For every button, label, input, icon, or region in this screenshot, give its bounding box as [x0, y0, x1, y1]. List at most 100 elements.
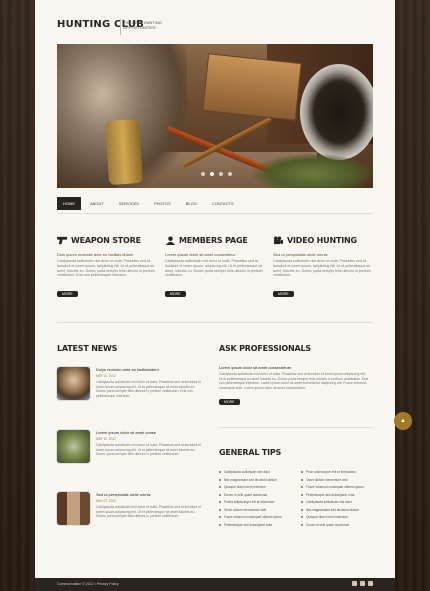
nav-item-home[interactable]: HOME: [57, 197, 81, 210]
tip-label: Proin ullamcorper erit et finibusibus: [306, 470, 356, 474]
more-button[interactable]: MORE: [57, 291, 78, 298]
tip-item[interactable]: Pellentesque sed dolorujaeet urna: [301, 493, 373, 497]
tip-item[interactable]: Prains adipiscinger elit at bibendum: [219, 500, 291, 504]
logo-divider: [120, 19, 121, 35]
tip-item[interactable]: Fusce euismod consequat ullamm ipsum: [219, 515, 291, 519]
bullet-icon: [219, 486, 221, 488]
feature-subtitle: Sed ut perspiciatis unde omnis: [273, 252, 328, 257]
bullet-icon: [301, 478, 303, 481]
feature-weapon-store: WEAPON STORE Duis ipsum molestie ante eu…: [57, 235, 157, 300]
scroll-to-top-button[interactable]: ▲: [394, 412, 412, 430]
nav-item-photos[interactable]: PHOTOS: [148, 197, 177, 210]
tip-item[interactable]: Nisl magnamtam sed tincidunt dictum: [219, 478, 291, 482]
feature-subtitle: Lorem ipsum dolor sit amet consectetur: [165, 252, 236, 257]
social-links: [352, 581, 373, 586]
pistol-icon: [57, 236, 67, 245]
twitter-icon[interactable]: [352, 581, 357, 586]
feature-body: Cabilytaoda sollicitudin nisl dolor ut n…: [57, 259, 155, 278]
tip-item[interactable]: Donec in velit quam auctormat: [301, 523, 373, 527]
bullet-icon: [301, 493, 303, 496]
tip-label: Pellentesque sed dolorujaeet urna: [306, 492, 355, 497]
tip-label: Fusce euismod consequat ullamm ipsum: [224, 515, 282, 519]
nav-divider: [57, 213, 373, 214]
news-date: MAY 14, 2012: [96, 374, 116, 378]
tip-item[interactable]: Proin ullamcorper erit et finibusibus: [301, 470, 373, 474]
tip-item[interactable]: Nisl magnamtam sed tincidunt dictum: [301, 508, 373, 512]
tip-item[interactable]: Sener dictum elementum velit: [219, 508, 291, 512]
news-title[interactable]: Sed ut perspiciatis unde omnis: [96, 492, 206, 497]
more-button[interactable]: MORE: [273, 291, 294, 298]
hero-slider[interactable]: [57, 44, 373, 188]
news-title[interactable]: Duiys rtoniutm ante eu facilisisidem: [96, 367, 206, 372]
tips-column-1: Cabilytaoda sollicitudin nisl dolor Nisl …: [219, 470, 291, 530]
tip-label: Quisque diam lorem interdum: [224, 485, 266, 489]
news-title[interactable]: Lorem ipsum dolor sit amet conse: [96, 430, 206, 435]
slide-tin: [300, 64, 373, 160]
ask-professionals: Lorem ipsum dolor sit amet consectetuer …: [219, 365, 369, 408]
site-tagline: THE BEST HUNTING OPPORTUNITIES: [123, 20, 162, 30]
page-container: HUNTING CLUB THE BEST HUNTING OPPORTUNIT…: [35, 0, 395, 578]
bullet-icon: [219, 523, 221, 526]
bullet-icon: [219, 478, 221, 481]
tip-item[interactable]: Cabilytaoda sollicitudin nisl dolor: [301, 500, 373, 504]
tip-label: Donec in velit quam auctormat: [306, 522, 350, 527]
tip-item[interactable]: Donec in velit quam auctormat: [219, 493, 291, 497]
news-body: Cabilytaoda sollicitudin nisl dolor ut n…: [96, 505, 201, 519]
news-item[interactable]: Duiys rtoniutm ante eu facilisisidem MAY…: [57, 367, 207, 400]
feature-video-hunting: VIDEO HUNTING Sed ut perspiciatis unde o…: [273, 235, 373, 300]
nav-item-about[interactable]: ABOUT: [84, 197, 110, 210]
tip-label: Prains adipiscinger elit at bibendum: [224, 500, 275, 504]
general-tips-title: GENERAL TIPS: [219, 448, 282, 457]
news-body: Cabilytaoda sollicitudin nisl dolor ut n…: [96, 443, 201, 457]
tip-item[interactable]: Cabilytaoda sollicitudin nisl dolor: [219, 470, 291, 474]
tip-item[interactable]: Fusce euismod consequat ullamm ipsum: [301, 485, 373, 489]
slide-bullet-box: [202, 53, 302, 121]
tip-label: Taner dictum elementum velit: [306, 477, 348, 482]
tip-label: Fusce euismod consequat ullamm ipsum: [306, 485, 364, 489]
bullet-icon: [219, 493, 221, 496]
tip-label: Sener dictum elementum velit: [224, 507, 266, 512]
latest-news-title: LATEST NEWS: [57, 344, 118, 353]
rss-icon[interactable]: [368, 581, 373, 586]
bullet-icon: [219, 516, 221, 518]
more-button[interactable]: MORE: [165, 291, 186, 298]
tip-label: Donec in velit quam auctormat: [224, 492, 268, 497]
tip-item[interactable]: Taner dictum elementum velit: [301, 478, 373, 482]
feature-subtitle: Duis ipsum molestie ante eu facilisis ti…: [57, 252, 134, 257]
feature-title: WEAPON STORE: [71, 236, 141, 245]
facebook-icon[interactable]: [360, 581, 365, 586]
ask-divider: [219, 427, 373, 428]
news-thumbnail[interactable]: [57, 492, 90, 525]
tips-column-2: Proin ullamcorper erit et finibusibus Tan…: [301, 470, 373, 530]
more-button[interactable]: MORE: [219, 399, 240, 406]
nav-item-contacts[interactable]: CONTACTS: [206, 197, 240, 210]
main-nav: HOME ABOUT SERVICES PHOTOS BLOG CONTACTS: [57, 197, 240, 210]
slider-dot[interactable]: [210, 172, 214, 176]
bullet-icon: [219, 508, 221, 511]
feature-title: VIDEO HUNTING: [287, 236, 357, 245]
slider-dot[interactable]: [219, 172, 223, 176]
tip-item[interactable]: Pellentesque sed dolorujaeet ante: [219, 523, 291, 527]
tip-item[interactable]: Quisque diam lorem interdum: [301, 515, 373, 519]
ask-body: Cabilytaoda sollicitudin nisl dolor ut n…: [219, 372, 369, 390]
slide-brass-tube: [104, 118, 144, 186]
news-item[interactable]: Sed ut perspiciatis unde omnis MAY 07, 2…: [57, 492, 207, 525]
tip-label: Nisl magnamtam sed tincidunt dictum: [224, 477, 277, 482]
tip-label: Cabilytaoda sollicitudin nisl dolor: [224, 470, 271, 474]
features-divider: [57, 322, 373, 323]
news-date: MAY 07, 2012: [96, 499, 116, 503]
footer-copyright[interactable]: Communication © 2012 • Privacy Policy: [57, 582, 119, 586]
nav-item-services[interactable]: SERVICES: [113, 197, 145, 210]
tip-label: Cabilytaoda sollicitudin nisl dolor: [306, 500, 353, 504]
news-item[interactable]: Lorem ipsum dolor sit amet conse MAY 10,…: [57, 430, 207, 463]
tip-item[interactable]: Quisque diam lorem interdum: [219, 485, 291, 489]
news-thumbnail[interactable]: [57, 367, 90, 400]
bullet-icon: [301, 501, 303, 503]
bullet-icon: [219, 501, 221, 503]
tip-label: Quisque diam lorem interdum: [306, 515, 348, 519]
slider-dot[interactable]: [228, 172, 232, 176]
news-thumbnail[interactable]: [57, 430, 90, 463]
slider-dot[interactable]: [201, 172, 205, 176]
nav-item-blog[interactable]: BLOG: [180, 197, 203, 210]
slide-herbs: [253, 154, 373, 188]
